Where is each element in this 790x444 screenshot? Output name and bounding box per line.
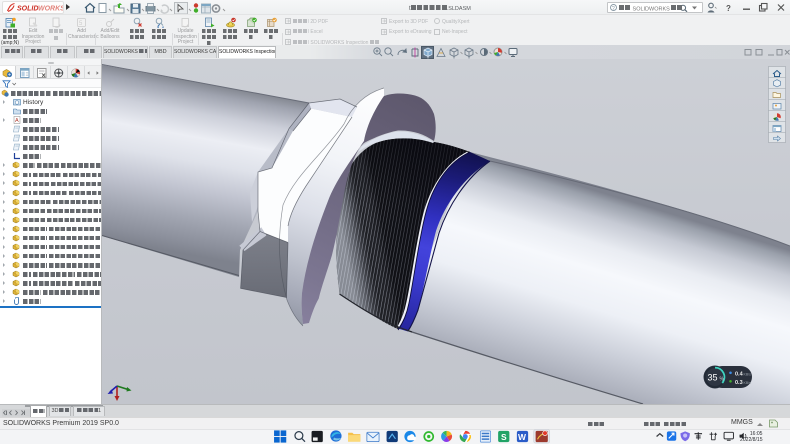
svg-text:KB/s: KB/s [744,372,752,376]
svg-text:?: ? [612,6,615,12]
svg-text:A: A [15,118,19,124]
svg-text:KB/s: KB/s [744,381,752,385]
svg-text:W: W [518,432,526,442]
svg-text:WORKS: WORKS [38,6,63,13]
svg-text:35: 35 [708,373,718,383]
svg-text:0.4: 0.4 [735,371,744,377]
svg-text:2022/8/15: 2022/8/15 [740,437,763,443]
svg-text:%: % [720,377,725,383]
svg-text:SOLID: SOLID [17,6,38,13]
svg-text:0.3: 0.3 [735,380,743,386]
svg-text:?: ? [726,4,731,13]
svg-text:S: S [501,432,507,442]
